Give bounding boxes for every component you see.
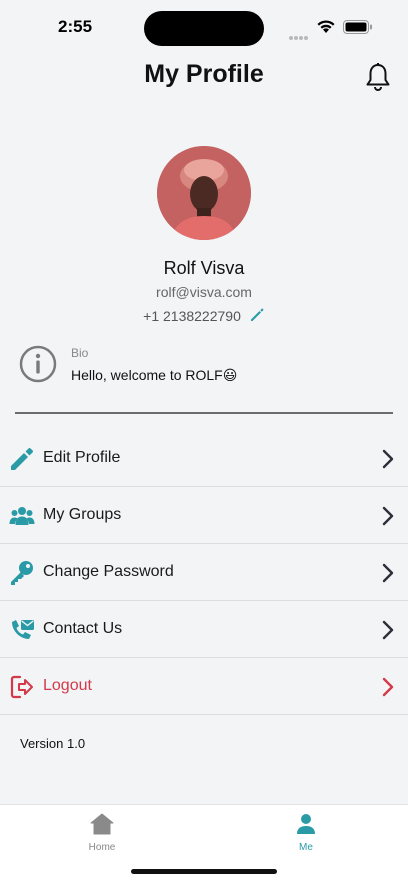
users-icon: [9, 507, 35, 525]
bio-text: Hello, welcome to ROLF😃: [71, 367, 238, 383]
menu-item-label: Contact Us: [43, 620, 123, 637]
battery-icon: [343, 20, 372, 34]
chevron-right-icon: [382, 449, 394, 469]
phone-mail-icon: [12, 620, 34, 639]
tab-home[interactable]: Home: [42, 813, 162, 853]
tab-label: Me: [299, 842, 313, 853]
chevron-right-icon: [382, 563, 394, 583]
info-icon: [19, 345, 57, 383]
user-email: rolf@visva.com: [156, 284, 252, 300]
status-bar: 2:55: [0, 0, 408, 56]
menu-item-label: Logout: [43, 677, 92, 694]
divider: [15, 412, 393, 414]
user-phone: +1 2138222790: [143, 308, 241, 324]
page-title: My Profile: [144, 60, 264, 88]
menu-item-contact-us[interactable]: Contact Us: [0, 601, 408, 658]
app-version: Version 1.0: [20, 736, 86, 751]
chevron-right-icon: [382, 620, 394, 640]
menu-item-label: Edit Profile: [43, 449, 121, 466]
edit-phone-icon[interactable]: [249, 307, 265, 323]
profile-menu: Edit Profile My Groups Change Password C…: [0, 430, 408, 715]
pencil-icon: [11, 448, 33, 470]
status-time: 2:55: [58, 17, 93, 36]
chevron-right-icon: [382, 677, 394, 697]
bio-label: Bio: [71, 346, 89, 360]
home-icon: [90, 813, 114, 835]
menu-item-edit-profile[interactable]: Edit Profile: [0, 430, 408, 487]
key-icon: [11, 561, 33, 585]
user-name: Rolf Visva: [163, 258, 245, 278]
menu-item-logout[interactable]: Logout: [0, 658, 408, 715]
logout-icon: [10, 675, 33, 699]
phone-row: +1 2138222790: [0, 307, 408, 324]
signal-icon: [289, 27, 309, 45]
home-indicator: [131, 869, 277, 874]
tab-label: Home: [88, 842, 116, 853]
avatar-portrait: [157, 146, 251, 240]
chevron-right-icon: [382, 506, 394, 526]
menu-item-label: Change Password: [43, 563, 174, 580]
avatar[interactable]: [157, 146, 251, 240]
person-icon: [297, 814, 315, 834]
menu-item-change-password[interactable]: Change Password: [0, 544, 408, 601]
wifi-icon: [317, 20, 335, 33]
tab-me[interactable]: Me: [246, 813, 366, 853]
menu-item-label: My Groups: [43, 506, 122, 523]
bell-icon[interactable]: [365, 62, 391, 92]
dynamic-island: [144, 11, 264, 46]
menu-item-my-groups[interactable]: My Groups: [0, 487, 408, 544]
